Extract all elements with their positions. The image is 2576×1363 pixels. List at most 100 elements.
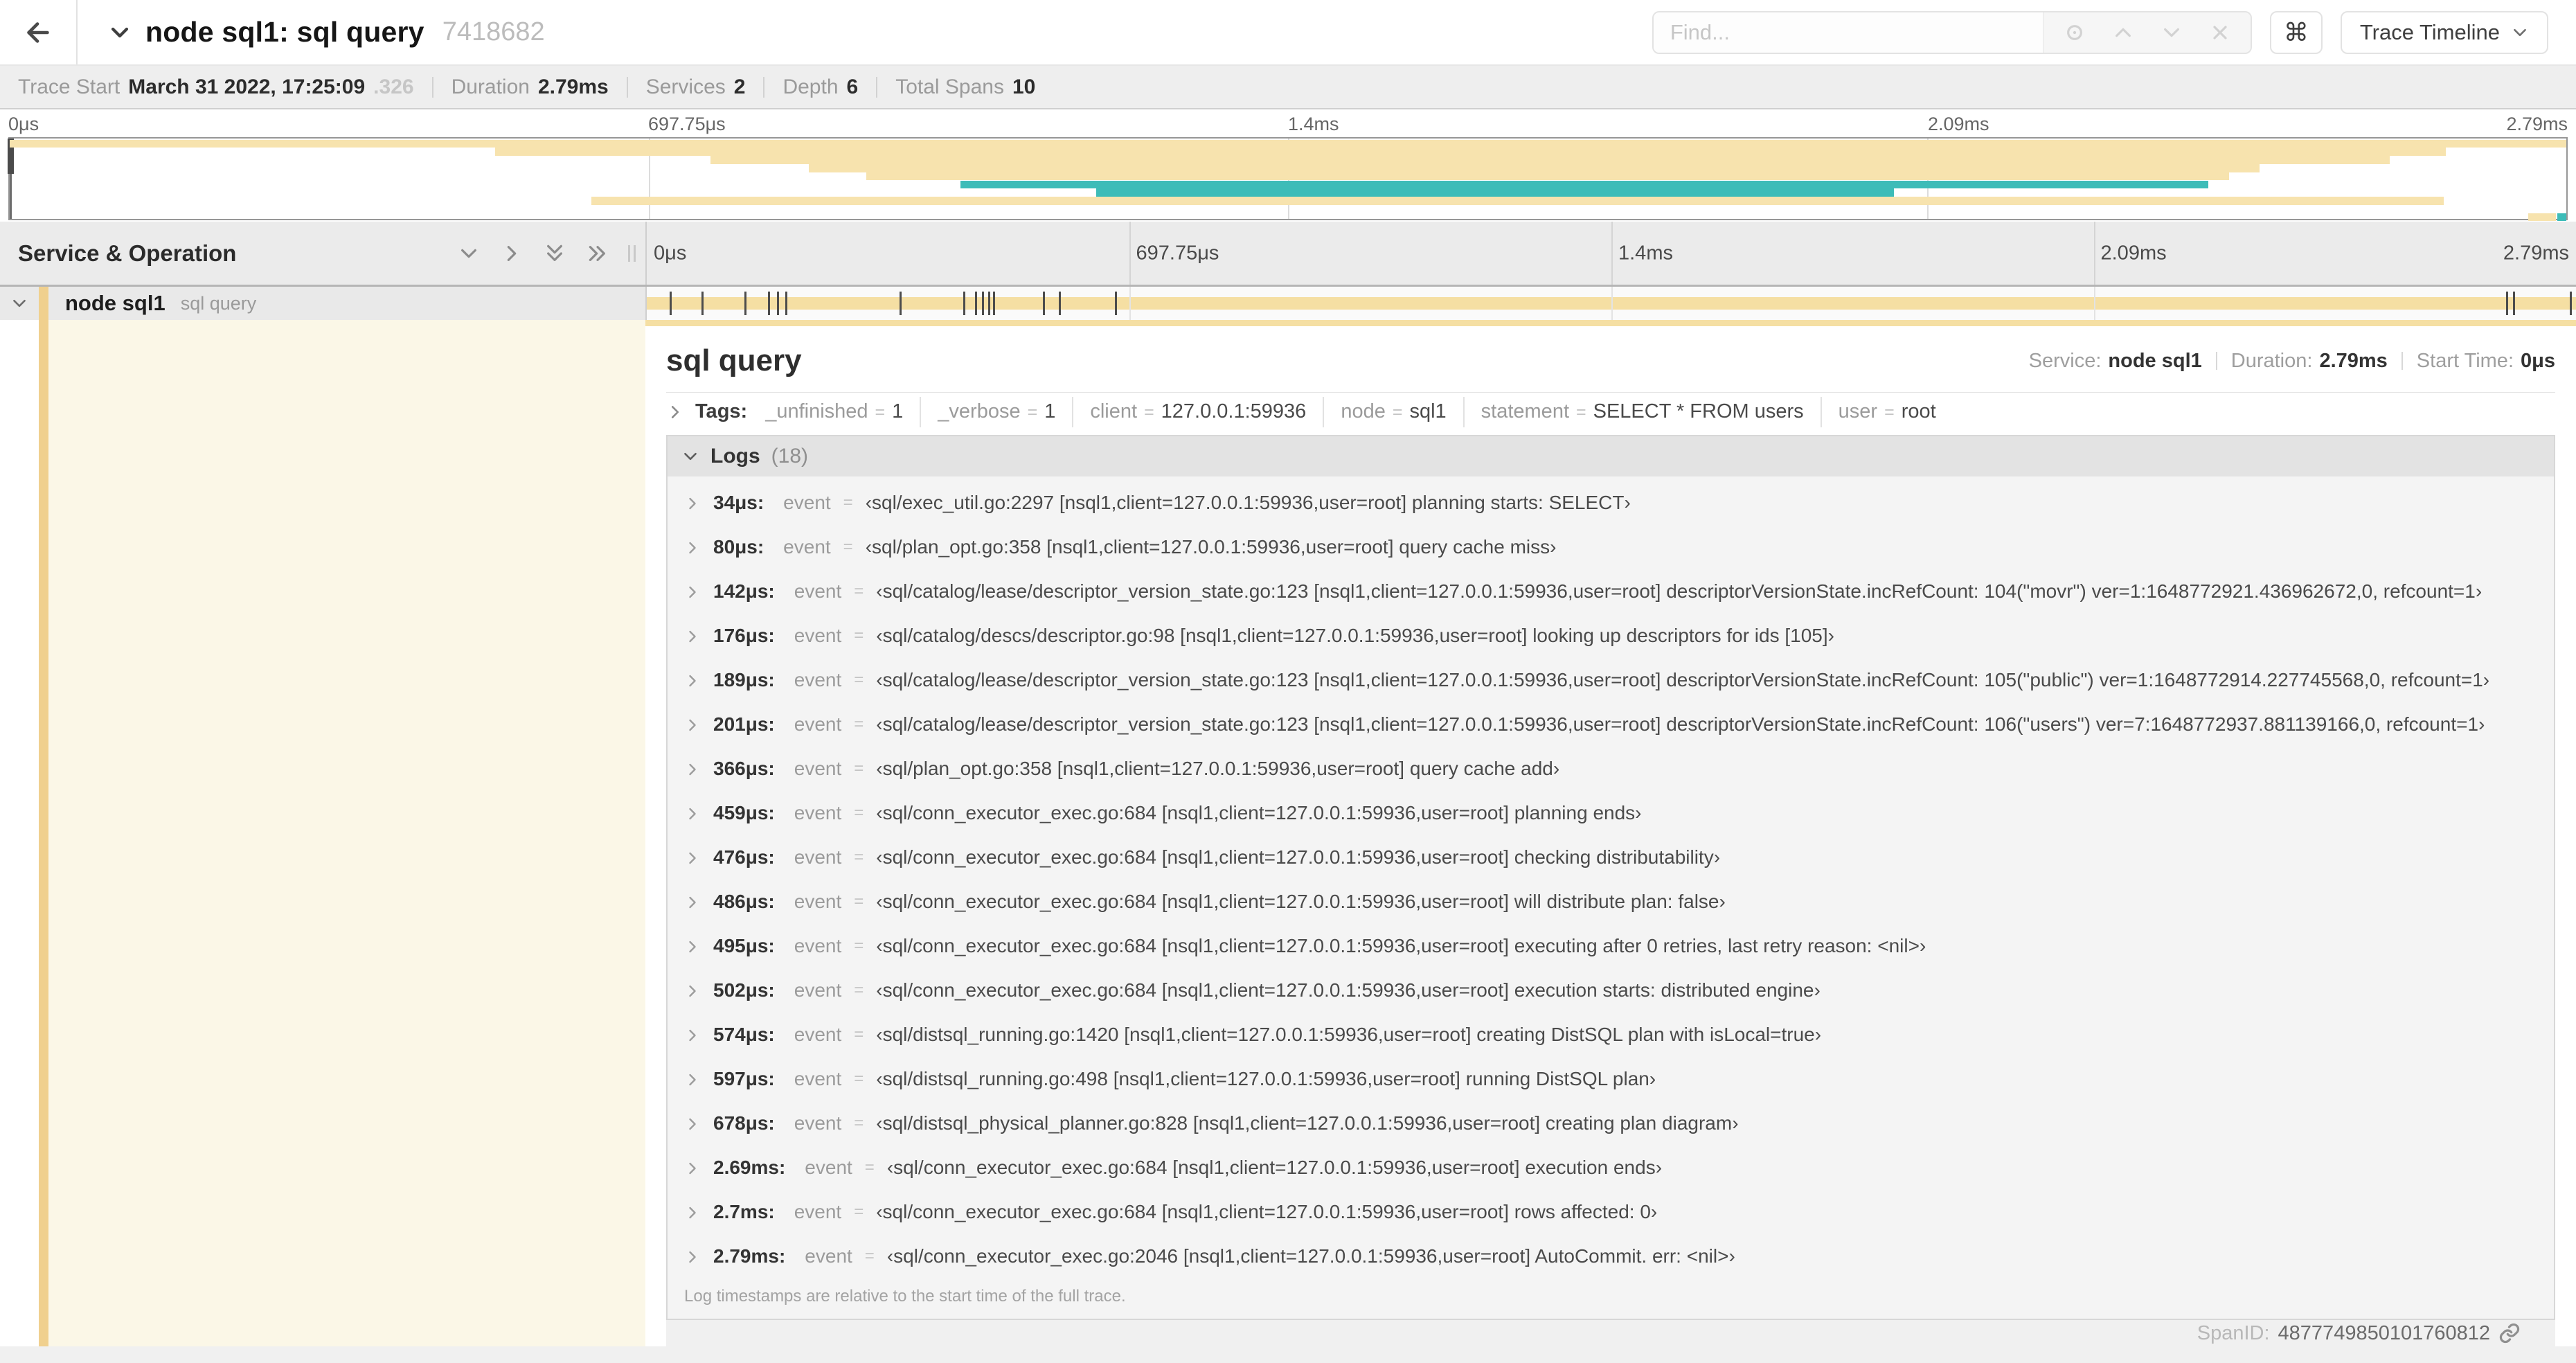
- log-row[interactable]: 2.69ms:event=‹sql/conn_executor_exec.go:…: [668, 1146, 2554, 1190]
- log-expand-icon[interactable]: [684, 1071, 701, 1087]
- log-expand-icon[interactable]: [684, 495, 701, 511]
- log-row[interactable]: 189μs:event=‹sql/catalog/lease/descripto…: [668, 658, 2554, 702]
- log-marker-tick: [701, 292, 704, 315]
- ruler-tick-label: 697.75μs: [1129, 242, 1219, 265]
- logs-header[interactable]: Logs (18): [668, 436, 2554, 476]
- minimap-span-bar: [2557, 213, 2566, 222]
- minimap-tick-label: 2.79ms: [2506, 114, 2568, 135]
- log-timestamp: 201μs:: [713, 713, 775, 736]
- log-expand-icon[interactable]: [684, 893, 701, 910]
- detail-overview-stats: Service:node sql1Duration:2.79msStart Ti…: [2029, 350, 2555, 373]
- log-row[interactable]: 201μs:event=‹sql/catalog/lease/descripto…: [668, 702, 2554, 747]
- row-gridline: [2094, 287, 2095, 320]
- log-expand-icon[interactable]: [684, 849, 701, 866]
- row-gridline: [1611, 287, 1613, 320]
- log-row[interactable]: 502μs:event=‹sql/conn_executor_exec.go:6…: [668, 968, 2554, 1013]
- row-gridline: [1129, 287, 1131, 320]
- log-expand-icon[interactable]: [684, 583, 701, 600]
- log-row[interactable]: 2.79ms:event=‹sql/conn_executor_exec.go:…: [668, 1234, 2554, 1279]
- prev-result-icon[interactable]: [2112, 21, 2134, 44]
- tag-item: node=sql1: [1341, 400, 1446, 423]
- log-expand-icon[interactable]: [684, 760, 701, 777]
- span-children-collapse-icon[interactable]: [0, 294, 39, 312]
- view-selector-button[interactable]: Trace Timeline: [2341, 11, 2548, 54]
- logs-collapse-icon[interactable]: [681, 447, 699, 465]
- log-field-value: ‹sql/plan_opt.go:358 [nsql1,client=127.0…: [876, 758, 1559, 780]
- equals-sign: =: [854, 582, 864, 601]
- next-result-icon[interactable]: [2161, 21, 2183, 44]
- tag-key: client: [1090, 400, 1137, 423]
- expand-all-icon[interactable]: [587, 242, 609, 265]
- log-field-key: event: [794, 1068, 842, 1090]
- log-marker-tick: [2570, 292, 2572, 315]
- log-expand-icon[interactable]: [684, 716, 701, 733]
- back-button[interactable]: [0, 0, 78, 64]
- log-row[interactable]: 597μs:event=‹sql/distsql_running.go:498 …: [668, 1057, 2554, 1101]
- tag-item: user=root: [1839, 400, 1936, 423]
- stat-value: node sql1: [2108, 350, 2201, 373]
- minimap-tick-label: 697.75μs: [648, 114, 726, 135]
- log-expand-icon[interactable]: [684, 539, 701, 555]
- logs-label: Logs: [710, 445, 760, 468]
- summary-item: Duration2.79ms: [451, 75, 609, 99]
- span-name-cell[interactable]: node sql1 sql query: [0, 287, 645, 320]
- span-detail-row: sql query Service:node sql1Duration:2.79…: [0, 320, 2576, 1346]
- log-expand-icon[interactable]: [684, 672, 701, 688]
- log-expand-icon[interactable]: [684, 805, 701, 821]
- detail-operation-title: sql query: [666, 344, 802, 378]
- collapse-one-icon[interactable]: [458, 242, 480, 265]
- log-field-value: ‹sql/conn_executor_exec.go:684 [nsql1,cl…: [876, 1201, 1657, 1223]
- log-expand-icon[interactable]: [684, 627, 701, 644]
- span-row[interactable]: node sql1 sql query: [0, 287, 2576, 320]
- log-expand-icon[interactable]: [684, 1204, 701, 1220]
- log-row[interactable]: 80μs:event=‹sql/plan_opt.go:358 [nsql1,c…: [668, 525, 2554, 569]
- tag-divider: [1821, 397, 1822, 427]
- tags-row[interactable]: Tags: _unfinished=1_verbose=1client=127.…: [666, 394, 2555, 429]
- keyboard-shortcuts-button[interactable]: ⌘: [2270, 11, 2323, 54]
- log-expand-icon[interactable]: [684, 938, 701, 954]
- log-row[interactable]: 486μs:event=‹sql/conn_executor_exec.go:6…: [668, 880, 2554, 924]
- log-field-value: ‹sql/distsql_running.go:1420 [nsql1,clie…: [876, 1024, 1821, 1046]
- log-row[interactable]: 495μs:event=‹sql/conn_executor_exec.go:6…: [668, 924, 2554, 968]
- tag-key: _verbose: [938, 400, 1020, 423]
- log-row[interactable]: 678μs:event=‹sql/distsql_physical_planne…: [668, 1101, 2554, 1146]
- log-expand-icon[interactable]: [684, 1248, 701, 1265]
- span-detail-panel: sql query Service:node sql1Duration:2.79…: [645, 320, 2576, 1346]
- log-row[interactable]: 366μs:event=‹sql/plan_opt.go:358 [nsql1,…: [668, 747, 2554, 791]
- log-row[interactable]: 34μs:event=‹sql/exec_util.go:2297 [nsql1…: [668, 481, 2554, 525]
- minimap-span-bar: [1096, 188, 1894, 197]
- locate-icon[interactable]: [2064, 21, 2086, 44]
- log-row[interactable]: 459μs:event=‹sql/conn_executor_exec.go:6…: [668, 791, 2554, 835]
- log-expand-icon[interactable]: [684, 982, 701, 999]
- trace-header-collapse-icon[interactable]: [108, 21, 132, 44]
- log-timestamp: 495μs:: [713, 935, 775, 957]
- span-timeline-cell[interactable]: [645, 287, 2576, 320]
- minimap-span-bar: [866, 172, 2229, 181]
- summary-divider: [627, 77, 628, 98]
- log-row[interactable]: 176μs:event=‹sql/catalog/descs/descripto…: [668, 614, 2554, 658]
- log-row[interactable]: 476μs:event=‹sql/conn_executor_exec.go:6…: [668, 835, 2554, 880]
- log-row[interactable]: 142μs:event=‹sql/catalog/lease/descripto…: [668, 569, 2554, 614]
- collapse-all-icon[interactable]: [544, 242, 566, 265]
- tags-expand-icon[interactable]: [666, 403, 684, 421]
- span-id-value: 4877749850101760812: [2278, 1322, 2490, 1345]
- log-row[interactable]: 2.7ms:event=‹sql/conn_executor_exec.go:6…: [668, 1190, 2554, 1234]
- minimap-canvas[interactable]: [8, 137, 2568, 220]
- equals-sign: =: [1393, 402, 1403, 422]
- expand-one-icon[interactable]: [501, 242, 523, 265]
- tag-key: statement: [1481, 400, 1569, 423]
- summary-value: 6: [847, 75, 859, 99]
- minimap-scrubber[interactable]: [10, 139, 12, 219]
- log-field-value: ‹sql/catalog/descs/descriptor.go:98 [nsq…: [876, 625, 1834, 647]
- log-expand-icon[interactable]: [684, 1159, 701, 1176]
- log-timestamp: 2.7ms:: [713, 1201, 775, 1223]
- find-input[interactable]: [1654, 12, 2043, 53]
- equals-sign: =: [1144, 402, 1154, 422]
- column-resizer-grip[interactable]: [628, 245, 636, 262]
- log-row[interactable]: 574μs:event=‹sql/distsql_running.go:1420…: [668, 1013, 2554, 1057]
- copy-link-icon[interactable]: [2498, 1322, 2521, 1344]
- log-expand-icon[interactable]: [684, 1115, 701, 1132]
- clear-find-icon[interactable]: [2209, 21, 2231, 44]
- log-expand-icon[interactable]: [684, 1026, 701, 1043]
- summary-label: Services: [646, 75, 726, 99]
